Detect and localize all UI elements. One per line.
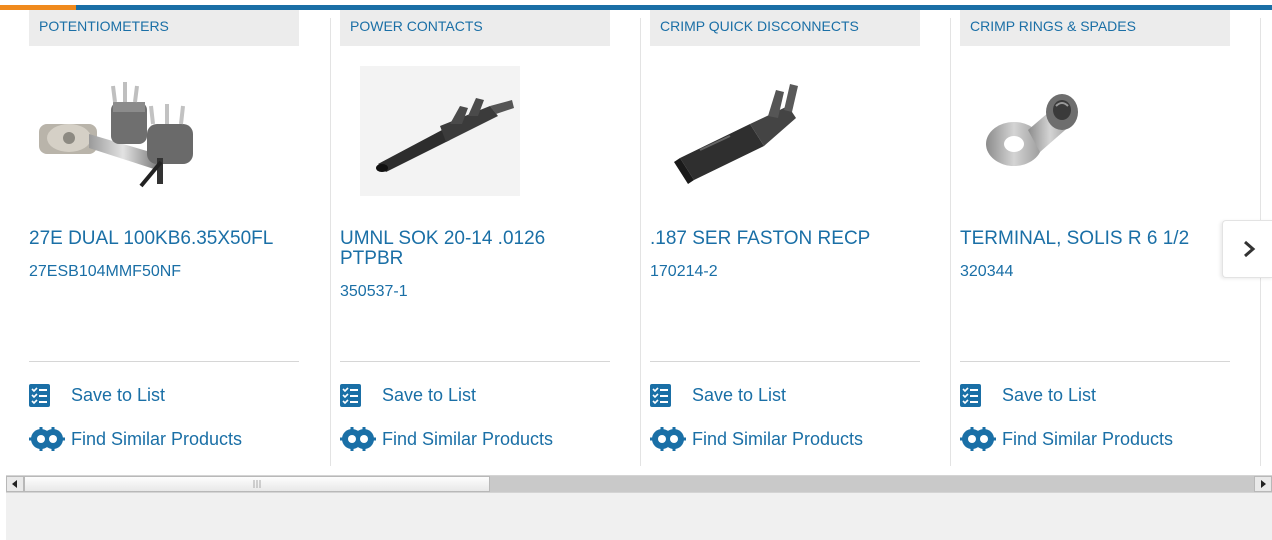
- product-card: CRIMP QUICK DISCONNECTS .187 SER FASTON …: [640, 0, 940, 466]
- product-carousel: POTENTIOMETERS 27E DUAL 100KB6.35X50FL 2…: [0, 0, 1272, 466]
- save-to-list-label: Save to List: [1002, 384, 1097, 405]
- grip-icon: [253, 480, 261, 488]
- find-similar-label: Find Similar Products: [71, 428, 243, 449]
- save-to-list-button[interactable]: Save to List: [340, 382, 476, 408]
- find-similar-button[interactable]: Find Similar Products: [29, 426, 242, 452]
- save-to-list-label: Save to List: [71, 384, 166, 405]
- find-similar-button[interactable]: Find Similar Products: [960, 426, 1173, 452]
- divider: [650, 361, 920, 362]
- save-to-list-button[interactable]: Save to List: [960, 382, 1096, 408]
- find-similar-gears-icon: [960, 427, 996, 451]
- category-label[interactable]: POWER CONTACTS: [340, 10, 610, 46]
- scroll-track[interactable]: [490, 476, 1254, 492]
- checklist-icon: [29, 383, 50, 407]
- part-number[interactable]: 170214-2: [650, 263, 718, 281]
- part-number[interactable]: 27ESB104MMF50NF: [29, 263, 181, 281]
- scroll-left-button[interactable]: [6, 476, 24, 492]
- save-to-list-button[interactable]: Save to List: [650, 382, 786, 408]
- category-label[interactable]: CRIMP QUICK DISCONNECTS: [650, 10, 920, 46]
- find-similar-button[interactable]: Find Similar Products: [340, 426, 553, 452]
- divider: [29, 361, 299, 362]
- bottom-panel: [6, 493, 1272, 540]
- scroll-thumb[interactable]: [24, 476, 490, 492]
- carousel-next-button[interactable]: [1222, 220, 1272, 278]
- checklist-icon: [960, 383, 981, 407]
- find-similar-gears-icon: [340, 427, 376, 451]
- faston-receptacle-image[interactable]: [660, 66, 840, 196]
- save-to-list-label: Save to List: [382, 384, 477, 405]
- category-label[interactable]: POTENTIOMETERS: [29, 10, 299, 46]
- part-number[interactable]: 320344: [960, 263, 1013, 281]
- scroll-right-arrow-icon: [1261, 480, 1266, 488]
- product-title[interactable]: UMNL SOK 20-14 .0126 PTPBR: [340, 229, 610, 269]
- find-similar-button[interactable]: Find Similar Products: [650, 426, 863, 452]
- find-similar-label: Find Similar Products: [1002, 428, 1174, 449]
- chevron-right-icon: [1243, 240, 1255, 258]
- product-title[interactable]: .187 SER FASTON RECP: [650, 229, 920, 249]
- divider: [340, 361, 610, 362]
- card-separator: [950, 18, 951, 466]
- part-number[interactable]: 350537-1: [340, 283, 408, 301]
- checklist-icon: [340, 383, 361, 407]
- product-title[interactable]: TERMINAL, SOLIS R 6 1/2: [960, 229, 1230, 249]
- product-card: CRIMP RINGS & SPADES TERMINAL, SOLIS R 6…: [950, 0, 1250, 466]
- product-title[interactable]: 27E DUAL 100KB6.35X50FL: [29, 229, 299, 249]
- category-label[interactable]: CRIMP RINGS & SPADES: [960, 10, 1230, 46]
- product-card: POWER CONTACTS UMNL SOK 20-14 .0126 PTPB…: [330, 0, 630, 466]
- card-separator: [640, 18, 641, 466]
- save-to-list-label: Save to List: [692, 384, 787, 405]
- card-separator: [330, 18, 331, 466]
- find-similar-label: Find Similar Products: [692, 428, 864, 449]
- scroll-right-button[interactable]: [1254, 476, 1272, 492]
- product-card: POTENTIOMETERS 27E DUAL 100KB6.35X50FL 2…: [29, 0, 319, 466]
- find-similar-label: Find Similar Products: [382, 428, 554, 449]
- scroll-left-arrow-icon: [12, 480, 17, 488]
- checklist-icon: [650, 383, 671, 407]
- ring-terminal-image[interactable]: [970, 66, 1150, 196]
- potentiometer-image[interactable]: [39, 66, 219, 196]
- find-similar-gears-icon: [650, 427, 686, 451]
- divider: [960, 361, 1230, 362]
- horizontal-scrollbar[interactable]: [6, 475, 1272, 493]
- power-contact-image[interactable]: [350, 66, 530, 196]
- save-to-list-button[interactable]: Save to List: [29, 382, 165, 408]
- find-similar-gears-icon: [29, 427, 65, 451]
